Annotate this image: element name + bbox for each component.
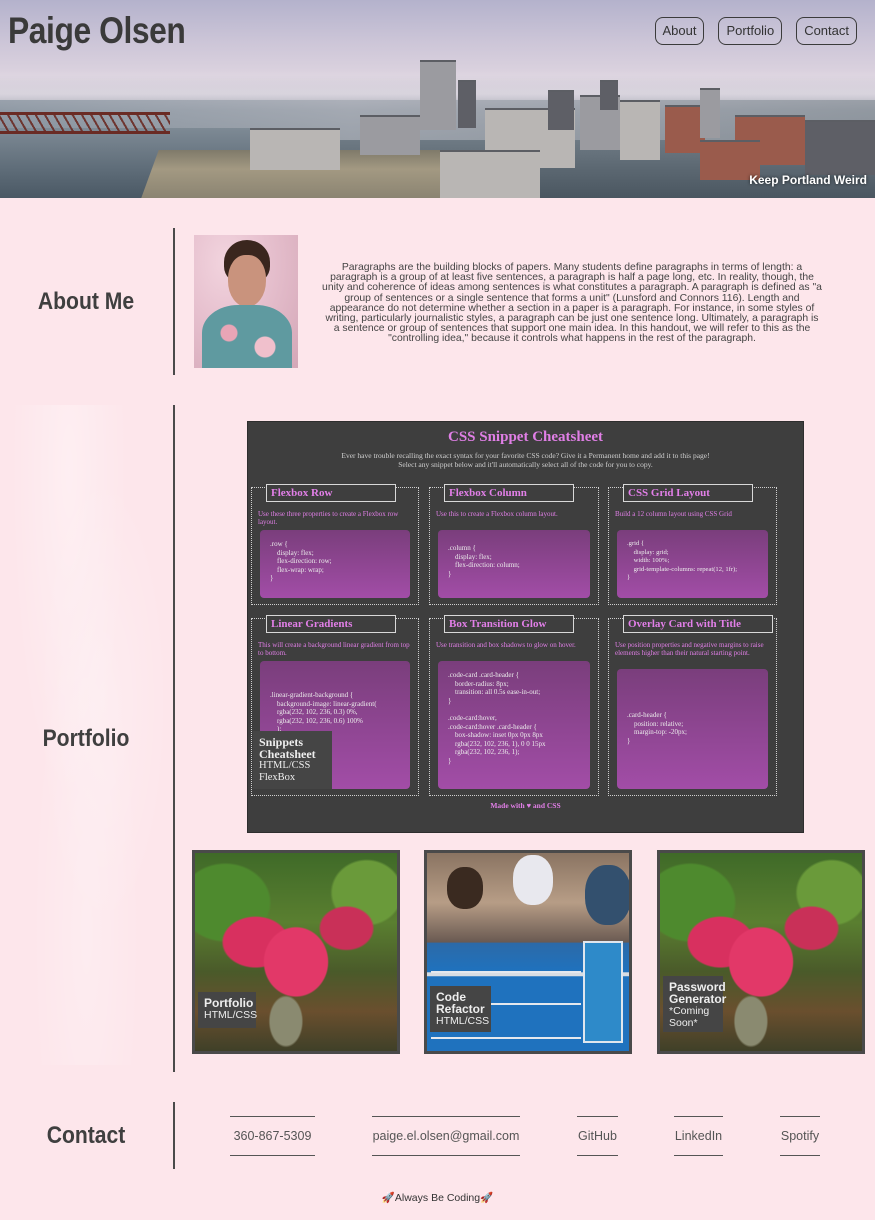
portfolio-heading: Portfolio (42, 725, 130, 752)
building (458, 80, 476, 128)
photo-face (228, 255, 266, 307)
project-tech: HTML/CSS (204, 1009, 258, 1021)
project-card-portfolio[interactable]: Portfolio HTML/CSS (192, 850, 400, 1054)
snippet-desc: Build a 12 column layout using CSS Grid (615, 510, 732, 518)
building (440, 150, 540, 198)
site-title: Paige Olsen (8, 10, 186, 51)
snippet-title: CSS Grid Layout (623, 484, 753, 502)
cheatsheet-subtitle-line: Select any snippet below and it'll autom… (398, 460, 653, 469)
featured-project-tech: HTML/CSS (259, 760, 311, 771)
snippet-card: CSS Grid Layout Build a 12 column layout… (608, 484, 777, 605)
portfolio-divider (173, 405, 175, 1072)
snippet-title: Flexbox Row (266, 484, 396, 502)
building (700, 88, 720, 138)
footer-text: Always Be Coding (394, 1192, 481, 1204)
building (360, 115, 420, 155)
snippet-desc: Use these three properties to create a F… (258, 510, 399, 526)
featured-project-title: Snippets Cheatsheet (259, 735, 316, 761)
photo-person (585, 865, 629, 925)
project-tech: *Coming Soon* (669, 1005, 710, 1029)
building (548, 90, 574, 130)
photo-body (202, 305, 292, 368)
page-row (431, 945, 581, 973)
cheatsheet-title: CSS Snippet Cheatsheet (447, 429, 604, 445)
cheatsheet-footer: Made with ♥ and CSS (490, 801, 561, 810)
footer: 🚀Always Be Coding🚀 (0, 1191, 875, 1204)
nav-bar: About Portfolio Contact (654, 17, 857, 45)
snippet-code: .grid { display: grid; width: 100%; grid… (617, 530, 768, 598)
project-label: Password Generator *Coming Soon* (663, 976, 727, 1032)
snippet-code: .card-header { position: relative; margi… (617, 669, 768, 789)
building (250, 128, 340, 170)
project-card-code-refactor[interactable]: Code Refactor HTML/CSS (424, 850, 632, 1054)
snippet-card: Overlay Card with Title Use position pro… (608, 615, 777, 796)
cheatsheet-subtitle: Ever have trouble recalling the exact sy… (248, 451, 803, 469)
project-label: Portfolio HTML/CSS (198, 992, 258, 1028)
snippet-code: .row { display: flex; flex-direction: ro… (260, 530, 410, 598)
nav-portfolio[interactable]: Portfolio (718, 17, 783, 45)
project-title: Password Generator (669, 980, 727, 1006)
cheatsheet-subtitle-line: Ever have trouble recalling the exact sy… (341, 451, 710, 460)
rocket-icon: 🚀 (381, 1192, 395, 1204)
featured-project-label: Snippets Cheatsheet HTML/CSS FlexBox (253, 731, 332, 789)
snippet-title: Overlay Card with Title (623, 615, 773, 633)
about-divider (173, 228, 175, 375)
snippet-desc: Use transition and box shadows to glow o… (436, 641, 576, 649)
snippet-desc: Use position properties and negative mar… (615, 641, 764, 657)
project-tech: HTML/CSS (436, 1015, 490, 1027)
contact-linkedin-link[interactable]: LinkedIn (674, 1116, 723, 1156)
snippet-code: .column { display: flex; flex-direction:… (438, 530, 590, 598)
contact-heading: Contact (46, 1122, 126, 1149)
snippet-card: Flexbox Row Use these three properties t… (251, 484, 419, 605)
page-sidebar (583, 941, 623, 1043)
snippet-title: Linear Gradients (266, 615, 396, 633)
snippet-desc: Use this to create a Flexbox column layo… (436, 510, 558, 518)
featured-project-tech: FlexBox (259, 772, 296, 783)
contact-github-link[interactable]: GitHub (577, 1116, 618, 1156)
nav-contact[interactable]: Contact (796, 17, 857, 45)
project-title: Portfolio (204, 996, 254, 1010)
contact-email-link[interactable]: paige.el.olsen@gmail.com (372, 1116, 520, 1156)
project-title: Code Refactor (436, 990, 485, 1016)
building (420, 60, 456, 130)
photo-person (513, 855, 553, 905)
snippet-title: Flexbox Column (444, 484, 574, 502)
snippet-code: .code-card .card-header { border-radius:… (438, 661, 590, 789)
building (620, 100, 660, 160)
contact-phone-link[interactable]: 360-867-5309 (230, 1116, 315, 1156)
project-card-password-generator[interactable]: Password Generator *Coming Soon* (657, 850, 865, 1054)
snippet-title: Box Transition Glow (444, 615, 574, 633)
contact-spotify-link[interactable]: Spotify (780, 1116, 820, 1156)
tagline: Keep Portland Weird (749, 173, 867, 187)
snippet-desc: This will create a background linear gra… (258, 641, 410, 657)
contact-divider (173, 1102, 175, 1169)
featured-project-screenshot[interactable]: CSS Snippet Cheatsheet Ever have trouble… (247, 421, 804, 833)
building (665, 105, 705, 153)
building (805, 120, 875, 175)
nav-about[interactable]: About (654, 17, 705, 45)
about-heading: About Me (37, 288, 135, 315)
about-paragraph: Paragraphs are the building blocks of pa… (322, 262, 822, 345)
bridge (0, 112, 170, 134)
snippet-card: Box Transition Glow Use transition and b… (429, 615, 599, 796)
rocket-icon: 🚀 (480, 1192, 494, 1204)
photo-person (447, 867, 483, 909)
building (600, 80, 618, 110)
project-label: Code Refactor HTML/CSS (430, 986, 491, 1032)
profile-photo (194, 235, 298, 368)
snippet-card: Flexbox Column Use this to create a Flex… (429, 484, 599, 605)
